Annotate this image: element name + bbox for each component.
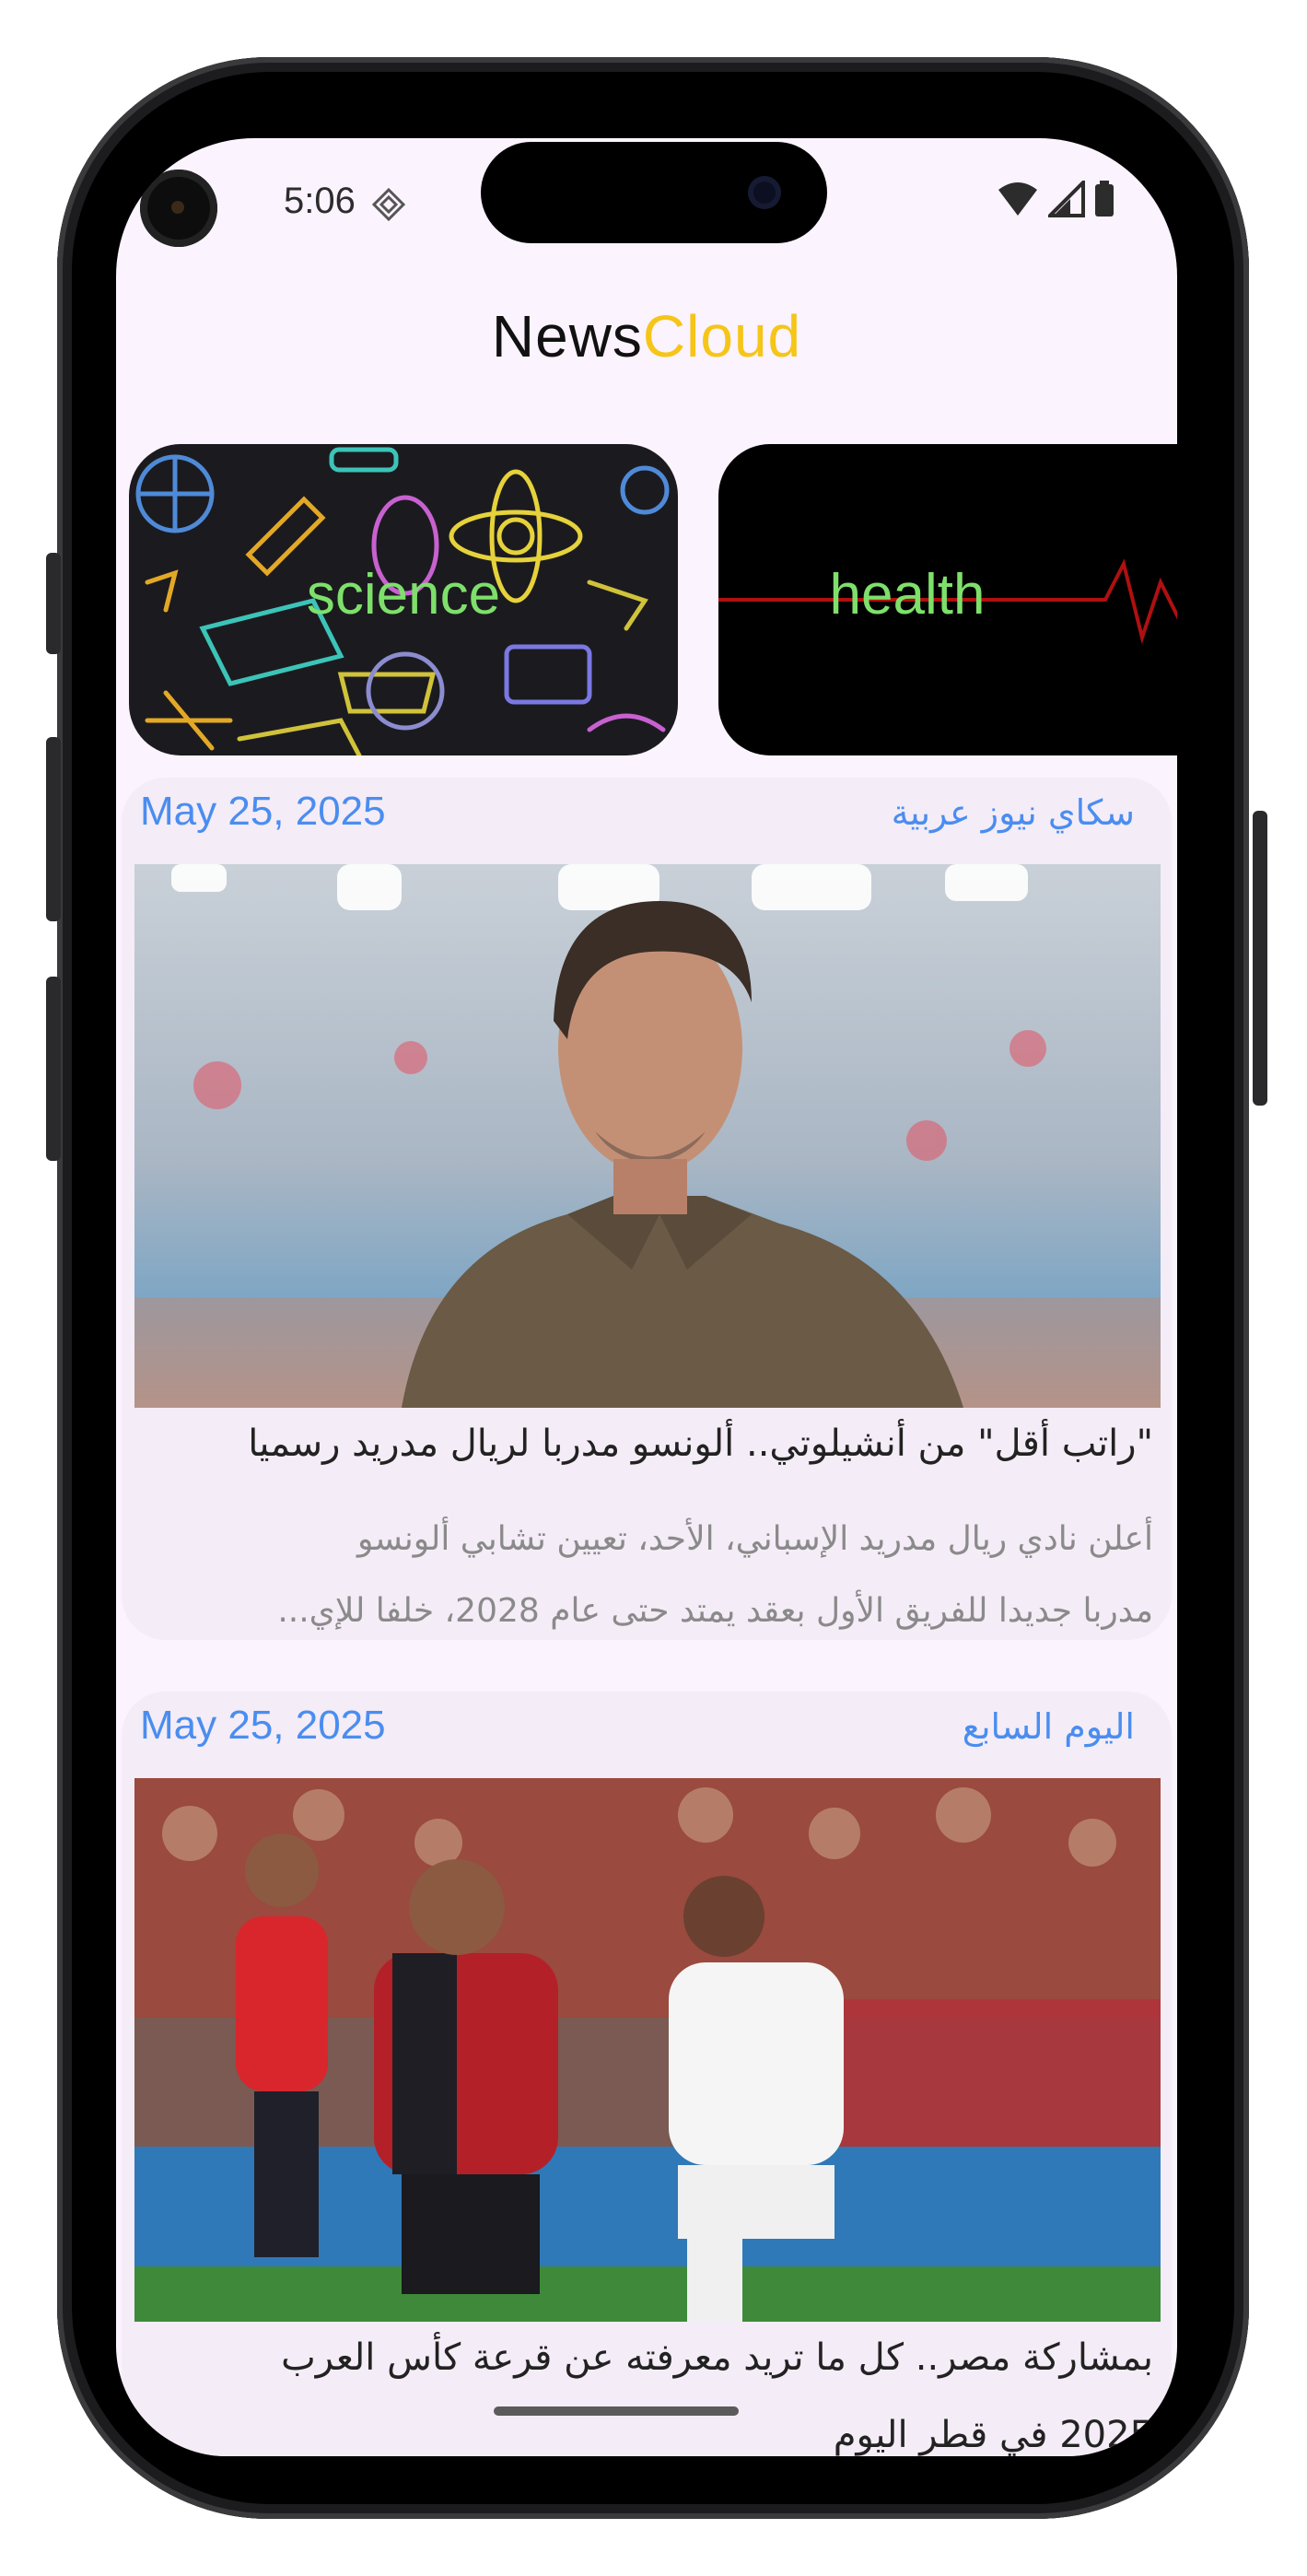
volume-down-button [46, 977, 61, 1161]
article-description-line: مدربا جديدا للفريق الأول بعقد يمتد حتى ع… [277, 1592, 1153, 1630]
home-indicator[interactable] [494, 2406, 739, 2416]
battery-icon [1095, 181, 1114, 217]
article-source[interactable]: اليوم السابع [963, 1706, 1135, 1747]
category-label: science [306, 563, 501, 626]
article-card[interactable]: May 25, 2025 سكاي نيوز عربية "راتب أقل" … [122, 778, 1172, 1640]
camera-lens-icon [748, 176, 781, 209]
article-title[interactable]: بمشاركة مصر.. كل ما تريد معرفته عن قرعة … [116, 2336, 1153, 2379]
action-button [46, 553, 61, 654]
article-card[interactable]: May 25, 2025 اليوم السابع بمشاركة مصر.. … [122, 1692, 1172, 2456]
front-camera-icon [140, 170, 217, 247]
status-icons [997, 181, 1114, 217]
category-card-science[interactable]: science [129, 444, 678, 755]
gesture-diamond-icon [371, 187, 406, 222]
app-title-cloud: Cloud [642, 303, 802, 369]
signal-icon [1048, 181, 1085, 217]
article-date: May 25, 2025 [140, 789, 386, 834]
article-description-line: أعلن نادي ريال مدريد الإسباني، الأحد، تع… [357, 1520, 1153, 1558]
app-title-news: News [491, 303, 643, 369]
volume-up-button [46, 737, 61, 921]
article-source[interactable]: سكاي نيوز عربية [892, 792, 1135, 833]
photo-stadium-portrait [134, 864, 1161, 1408]
wifi-icon [998, 182, 1037, 216]
article-description: أعلن نادي ريال مدريد الإسباني، الأحد، تع… [116, 1504, 1153, 1647]
status-time: 5:06 [284, 181, 356, 221]
app-screen: 5:06 NewsCloud science health May 25, 20… [116, 138, 1177, 2456]
article-title[interactable]: "راتب أقل" من أنشيلوتي.. ألونسو مدربا لر… [116, 1423, 1153, 1465]
power-button [1253, 811, 1267, 1106]
category-label: health [829, 563, 986, 626]
app-title: NewsCloud [116, 302, 1177, 370]
article-image[interactable] [134, 1778, 1161, 2322]
article-date: May 25, 2025 [140, 1703, 386, 1748]
photo-football-match [134, 1778, 1161, 2322]
dynamic-island [481, 142, 827, 243]
category-card-health[interactable]: health [718, 444, 1177, 755]
article-image[interactable] [134, 864, 1161, 1408]
